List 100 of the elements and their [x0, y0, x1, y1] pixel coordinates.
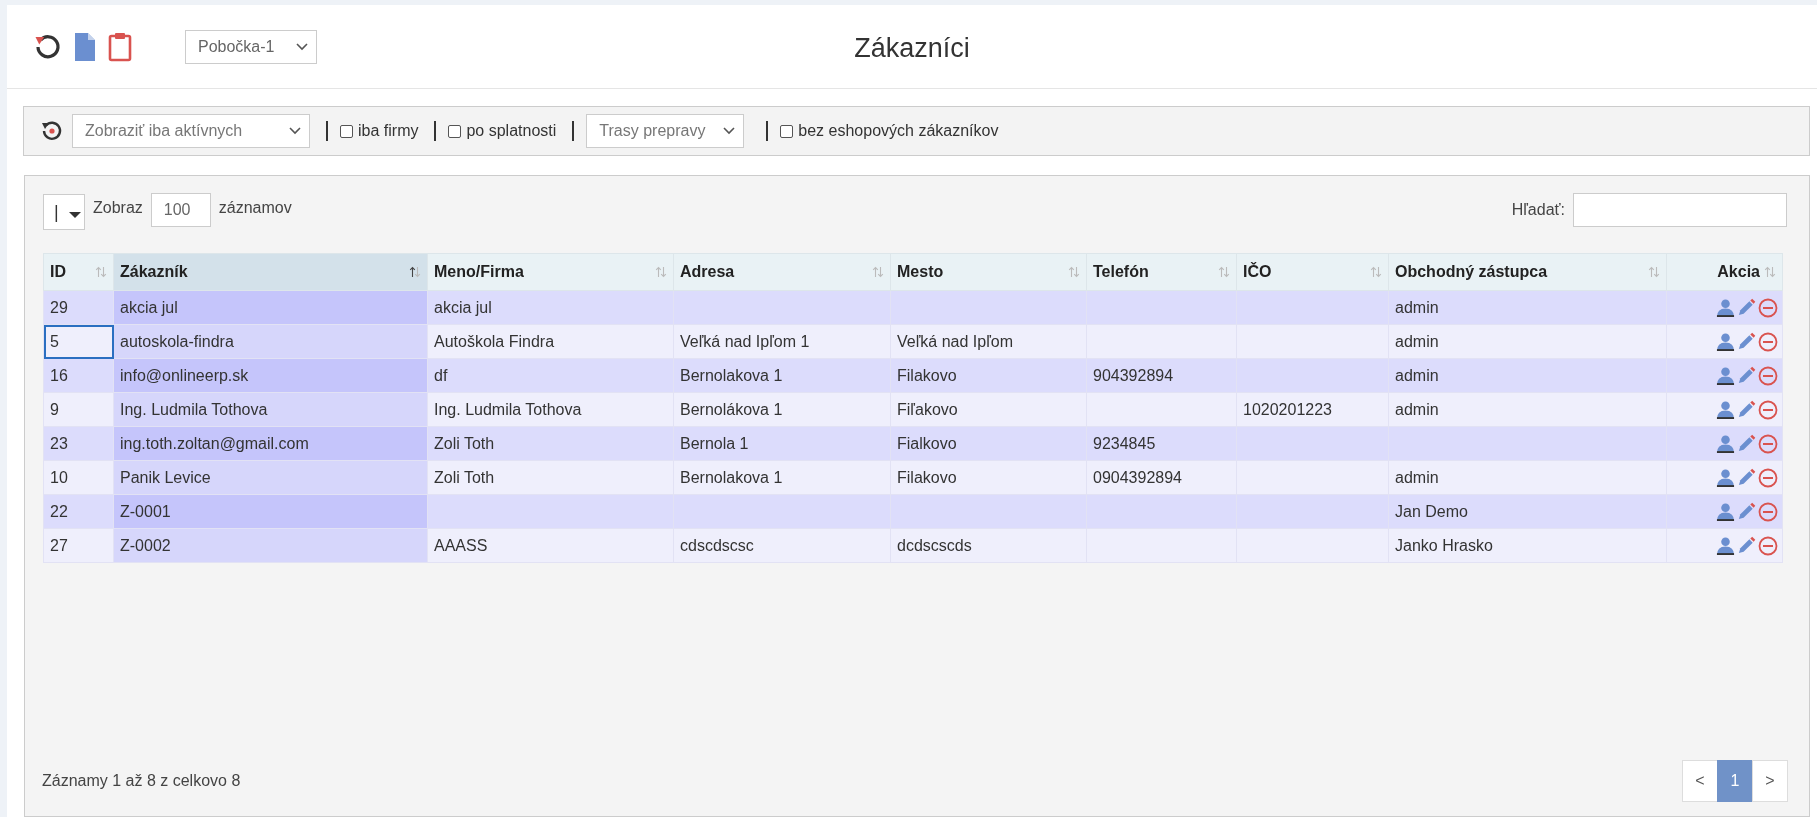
caret-icon	[289, 127, 301, 135]
remove-icon[interactable]	[1758, 501, 1778, 522]
table-cell: Bernola 1	[673, 426, 891, 461]
remove-icon[interactable]	[1758, 331, 1778, 352]
column-header[interactable]: ID	[43, 253, 114, 291]
table-cell: 16	[43, 358, 114, 393]
checkbox[interactable]	[340, 124, 353, 138]
table-cell: dcdscscds	[890, 528, 1087, 563]
table-cell: admin	[1388, 324, 1667, 359]
sort-icon	[1068, 266, 1080, 278]
column-toggle-button[interactable]: |	[43, 194, 85, 230]
table-cell: 22	[43, 494, 114, 529]
table-cell: Zoli Toth	[427, 426, 674, 461]
table-cell: ing.toth.zoltan@gmail.com	[113, 426, 428, 461]
remove-icon[interactable]	[1758, 365, 1778, 386]
checkbox-label: bez eshopových zákazníkov	[798, 122, 999, 140]
page-button[interactable]: >	[1752, 760, 1788, 802]
remove-icon[interactable]	[1758, 297, 1778, 318]
page-title: Zákazníci	[854, 33, 970, 64]
table-cell: Jan Demo	[1388, 494, 1667, 529]
person-icon[interactable]	[1716, 502, 1735, 521]
person-icon[interactable]	[1716, 298, 1735, 317]
table-cell: Z-0001	[113, 494, 428, 529]
column-header[interactable]: Akcia	[1666, 253, 1783, 291]
column-header[interactable]: IČO	[1236, 253, 1389, 291]
table-cell: 29	[43, 290, 114, 325]
remove-icon[interactable]	[1758, 467, 1778, 488]
table-cell: akcia jul	[427, 290, 674, 325]
table-cell: 904392894	[1086, 358, 1237, 393]
records-info: Záznamy 1 až 8 z celkovo 8	[42, 772, 241, 790]
table-cell: Fiľakovo	[890, 392, 1087, 427]
table-cell: admin	[1388, 290, 1667, 325]
table-cell: Bernolákova 1	[673, 392, 891, 427]
remove-icon[interactable]	[1758, 433, 1778, 454]
sort-icon	[872, 266, 884, 278]
column-header[interactable]: Telefón	[1086, 253, 1237, 291]
sort-icon	[409, 266, 421, 278]
table-cell: AAASS	[427, 528, 674, 563]
table-cell: Autoškola Findra	[427, 324, 674, 359]
table-cell: 27	[43, 528, 114, 563]
sort-icon	[1370, 266, 1382, 278]
page-size-field[interactable]: 100	[150, 193, 211, 227]
table-cell: 5	[43, 324, 114, 359]
table-cell: akcia jul	[113, 290, 428, 325]
clipboard-icon[interactable]	[107, 31, 133, 62]
caret-icon	[723, 127, 736, 135]
person-icon[interactable]	[1716, 434, 1735, 453]
table-cell: Zoli Toth	[427, 460, 674, 495]
remove-icon[interactable]	[1758, 535, 1778, 556]
person-icon[interactable]	[1716, 366, 1735, 385]
sort-icon	[95, 266, 107, 278]
column-header[interactable]: Obchodný zástupca	[1388, 253, 1667, 291]
checkbox-label: iba firmy	[358, 122, 419, 140]
status-select[interactable]: Zobraziť iba aktívnych	[72, 114, 310, 148]
remove-icon[interactable]	[1758, 399, 1778, 420]
branch-select[interactable]: Pobočka-1	[185, 29, 317, 64]
table-cell: 9	[43, 392, 114, 427]
document-icon[interactable]	[73, 31, 97, 62]
person-icon[interactable]	[1716, 400, 1735, 419]
checkbox[interactable]	[448, 124, 462, 138]
route-select[interactable]: Trasy prepravy	[586, 114, 745, 148]
table-cell: Bernolakova 1	[673, 460, 891, 495]
page-button[interactable]: <	[1682, 760, 1718, 802]
sort-icon	[655, 266, 667, 278]
column-header[interactable]: Meno/Firma	[427, 253, 674, 291]
table-cell: df	[427, 358, 674, 393]
sort-icon	[1218, 266, 1230, 278]
caret-icon	[296, 42, 308, 51]
history-icon[interactable]	[40, 119, 64, 143]
table-cell: Bernolakova 1	[673, 358, 891, 393]
table-cell: 1020201223	[1236, 392, 1389, 427]
column-header[interactable]: Mesto	[890, 253, 1087, 291]
table-cell: Panik Levice	[113, 460, 428, 495]
search-field[interactable]	[1573, 193, 1787, 227]
table-cell: Z-0002	[113, 528, 428, 563]
table-cell: 9234845	[1086, 426, 1237, 461]
table-cell: admin	[1388, 460, 1667, 495]
table-cell: info@onlineerp.sk	[113, 358, 428, 393]
table-cell: Filakovo	[890, 358, 1087, 393]
person-icon[interactable]	[1716, 468, 1735, 487]
person-icon[interactable]	[1716, 536, 1735, 555]
table-cell: Veľká nad Ipľom 1	[673, 324, 891, 359]
search-label: Hľadať:	[1511, 201, 1565, 219]
table-cell: Janko Hrasko	[1388, 528, 1667, 563]
table-cell: Filakovo	[890, 460, 1087, 495]
show-label: Zobraz	[93, 199, 143, 217]
table-cell: Fialkovo	[890, 426, 1087, 461]
table-cell: 0904392894	[1086, 460, 1237, 495]
sort-icon	[1764, 266, 1776, 278]
checkbox[interactable]	[780, 124, 794, 138]
table-cell: admin	[1388, 358, 1667, 393]
table-cell: autoskola-findra	[113, 324, 428, 359]
column-header[interactable]: Adresa	[673, 253, 891, 291]
records-label: záznamov	[218, 199, 292, 217]
table-cell: Ing. Ludmila Tothova	[113, 392, 428, 427]
table-cell: Ing. Ludmila Tothova	[427, 392, 674, 427]
sort-icon	[1648, 266, 1660, 278]
column-header[interactable]: Zákazník	[113, 253, 428, 291]
person-icon[interactable]	[1716, 332, 1735, 351]
table-cell: 23	[43, 426, 114, 461]
